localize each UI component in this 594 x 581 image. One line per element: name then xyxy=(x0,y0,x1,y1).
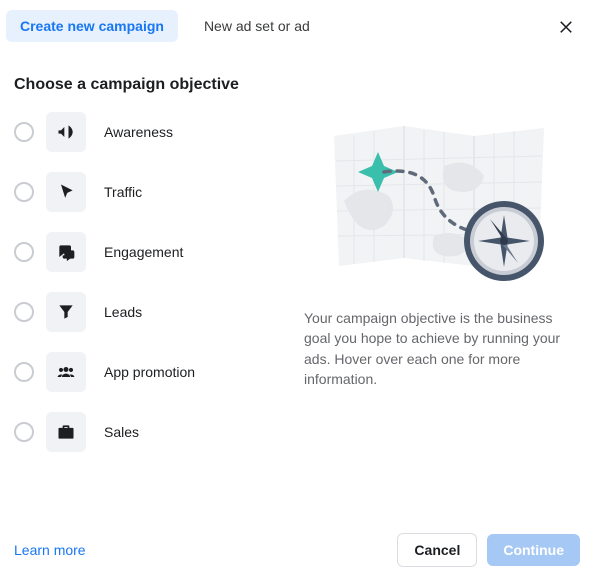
objective-label-leads: Leads xyxy=(104,304,142,320)
objective-traffic[interactable]: Traffic xyxy=(14,172,294,212)
radio-traffic[interactable] xyxy=(14,182,34,202)
radio-sales[interactable] xyxy=(14,422,34,442)
objective-label-sales: Sales xyxy=(104,424,139,440)
briefcase-icon xyxy=(46,412,86,452)
close-button[interactable] xyxy=(552,12,580,40)
objective-awareness[interactable]: Awareness xyxy=(14,112,294,152)
objective-sales[interactable]: Sales xyxy=(14,412,294,452)
megaphone-icon xyxy=(46,112,86,152)
cursor-icon xyxy=(46,172,86,212)
illustration-map-compass xyxy=(314,116,554,296)
radio-engagement[interactable] xyxy=(14,242,34,262)
page-title: Choose a campaign objective xyxy=(14,76,594,94)
close-icon xyxy=(557,17,575,35)
learn-more-link[interactable]: Learn more xyxy=(14,542,86,558)
objective-label-traffic: Traffic xyxy=(104,184,142,200)
tab-create-campaign[interactable]: Create new campaign xyxy=(6,10,178,42)
cancel-button[interactable]: Cancel xyxy=(397,533,477,567)
radio-leads[interactable] xyxy=(14,302,34,322)
objective-list: Awareness Traffic Engagement Leads xyxy=(14,112,294,472)
people-icon xyxy=(46,352,86,392)
continue-button[interactable]: Continue xyxy=(487,534,580,566)
radio-app[interactable] xyxy=(14,362,34,382)
objective-description: Your campaign objective is the business … xyxy=(304,308,564,389)
radio-awareness[interactable] xyxy=(14,122,34,142)
tab-new-ad-set[interactable]: New ad set or ad xyxy=(190,10,324,42)
objective-leads[interactable]: Leads xyxy=(14,292,294,332)
objective-label-awareness: Awareness xyxy=(104,124,173,140)
objective-app-promotion[interactable]: App promotion xyxy=(14,352,294,392)
funnel-icon xyxy=(46,292,86,332)
chat-icon xyxy=(46,232,86,272)
objective-label-engagement: Engagement xyxy=(104,244,183,260)
objective-label-app: App promotion xyxy=(104,364,195,380)
objective-engagement[interactable]: Engagement xyxy=(14,232,294,272)
